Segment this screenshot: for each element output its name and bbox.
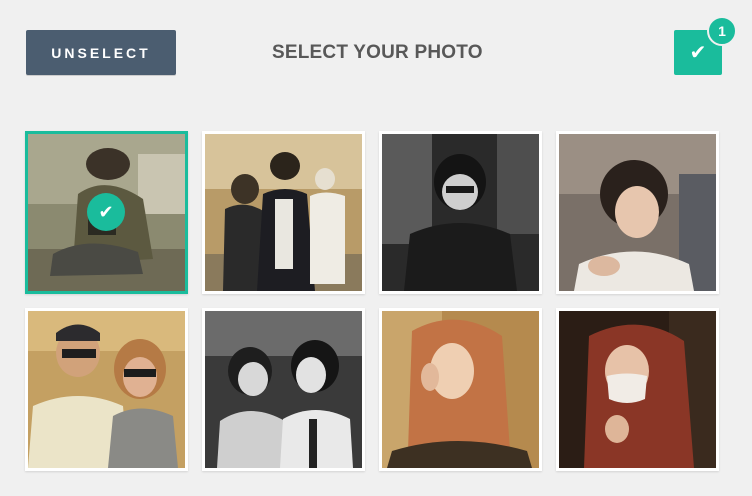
photo-tile-5[interactable] (25, 308, 188, 471)
photo-image (559, 134, 716, 291)
check-icon: ✔ (689, 42, 707, 64)
photo-image (205, 134, 362, 291)
photo-tile-1[interactable]: ✔ (25, 131, 188, 294)
photo-tile-7[interactable] (379, 308, 542, 471)
selected-check-icon: ✔ (87, 193, 125, 231)
photo-image (382, 134, 539, 291)
photo-tile-8[interactable] (556, 308, 719, 471)
photo-tile-4[interactable] (556, 131, 719, 294)
page-title: SELECT YOUR PHOTO (272, 42, 483, 63)
photo-image (205, 311, 362, 468)
photo-image (28, 311, 185, 468)
photo-tile-2[interactable] (202, 131, 365, 294)
photo-tile-3[interactable] (379, 131, 542, 294)
photo-image (382, 311, 539, 468)
selected-count-badge: 1 (707, 16, 737, 46)
unselect-button[interactable]: UNSELECT (26, 30, 176, 75)
photo-image (559, 311, 716, 468)
photo-tile-6[interactable] (202, 308, 365, 471)
